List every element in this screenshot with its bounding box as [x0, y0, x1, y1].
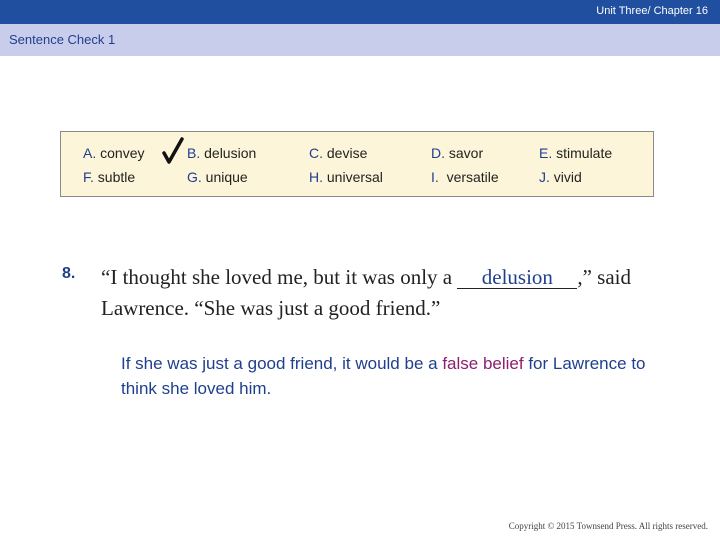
option-j: J. vivid	[539, 169, 582, 185]
question-sentence: “I thought she loved me, but it was only…	[101, 265, 632, 320]
answer-word: delusion	[481, 265, 553, 289]
header-bar: Unit Three/ Chapter 16	[0, 0, 720, 24]
option-c: C. devise	[309, 145, 368, 161]
option-e: E. stimulate	[539, 145, 613, 161]
copyright-notice: Copyright © 2015 Townsend Press. All rig…	[508, 521, 708, 531]
option-b: B. delusion	[187, 145, 257, 161]
option-f: F. subtle	[83, 169, 136, 185]
option-g: G. unique	[187, 169, 248, 185]
option-a: A. convey	[83, 145, 145, 161]
option-i: I. versatile	[431, 169, 499, 185]
explanation-text: If she was just a good friend, it would …	[121, 354, 646, 398]
answer-blank: delusion	[457, 265, 578, 289]
highlighted-phrase: false belief	[442, 354, 524, 373]
word-box	[60, 131, 654, 197]
question-number: 8.	[62, 265, 76, 282]
checkmark-icon	[162, 137, 184, 164]
section-title: Sentence Check 1	[9, 32, 116, 47]
option-h: H. universal	[309, 169, 383, 185]
chapter-label: Unit Three/ Chapter 16	[596, 5, 708, 17]
option-d: D. savor	[431, 145, 484, 161]
subheader-bar: Sentence Check 1	[0, 24, 720, 56]
